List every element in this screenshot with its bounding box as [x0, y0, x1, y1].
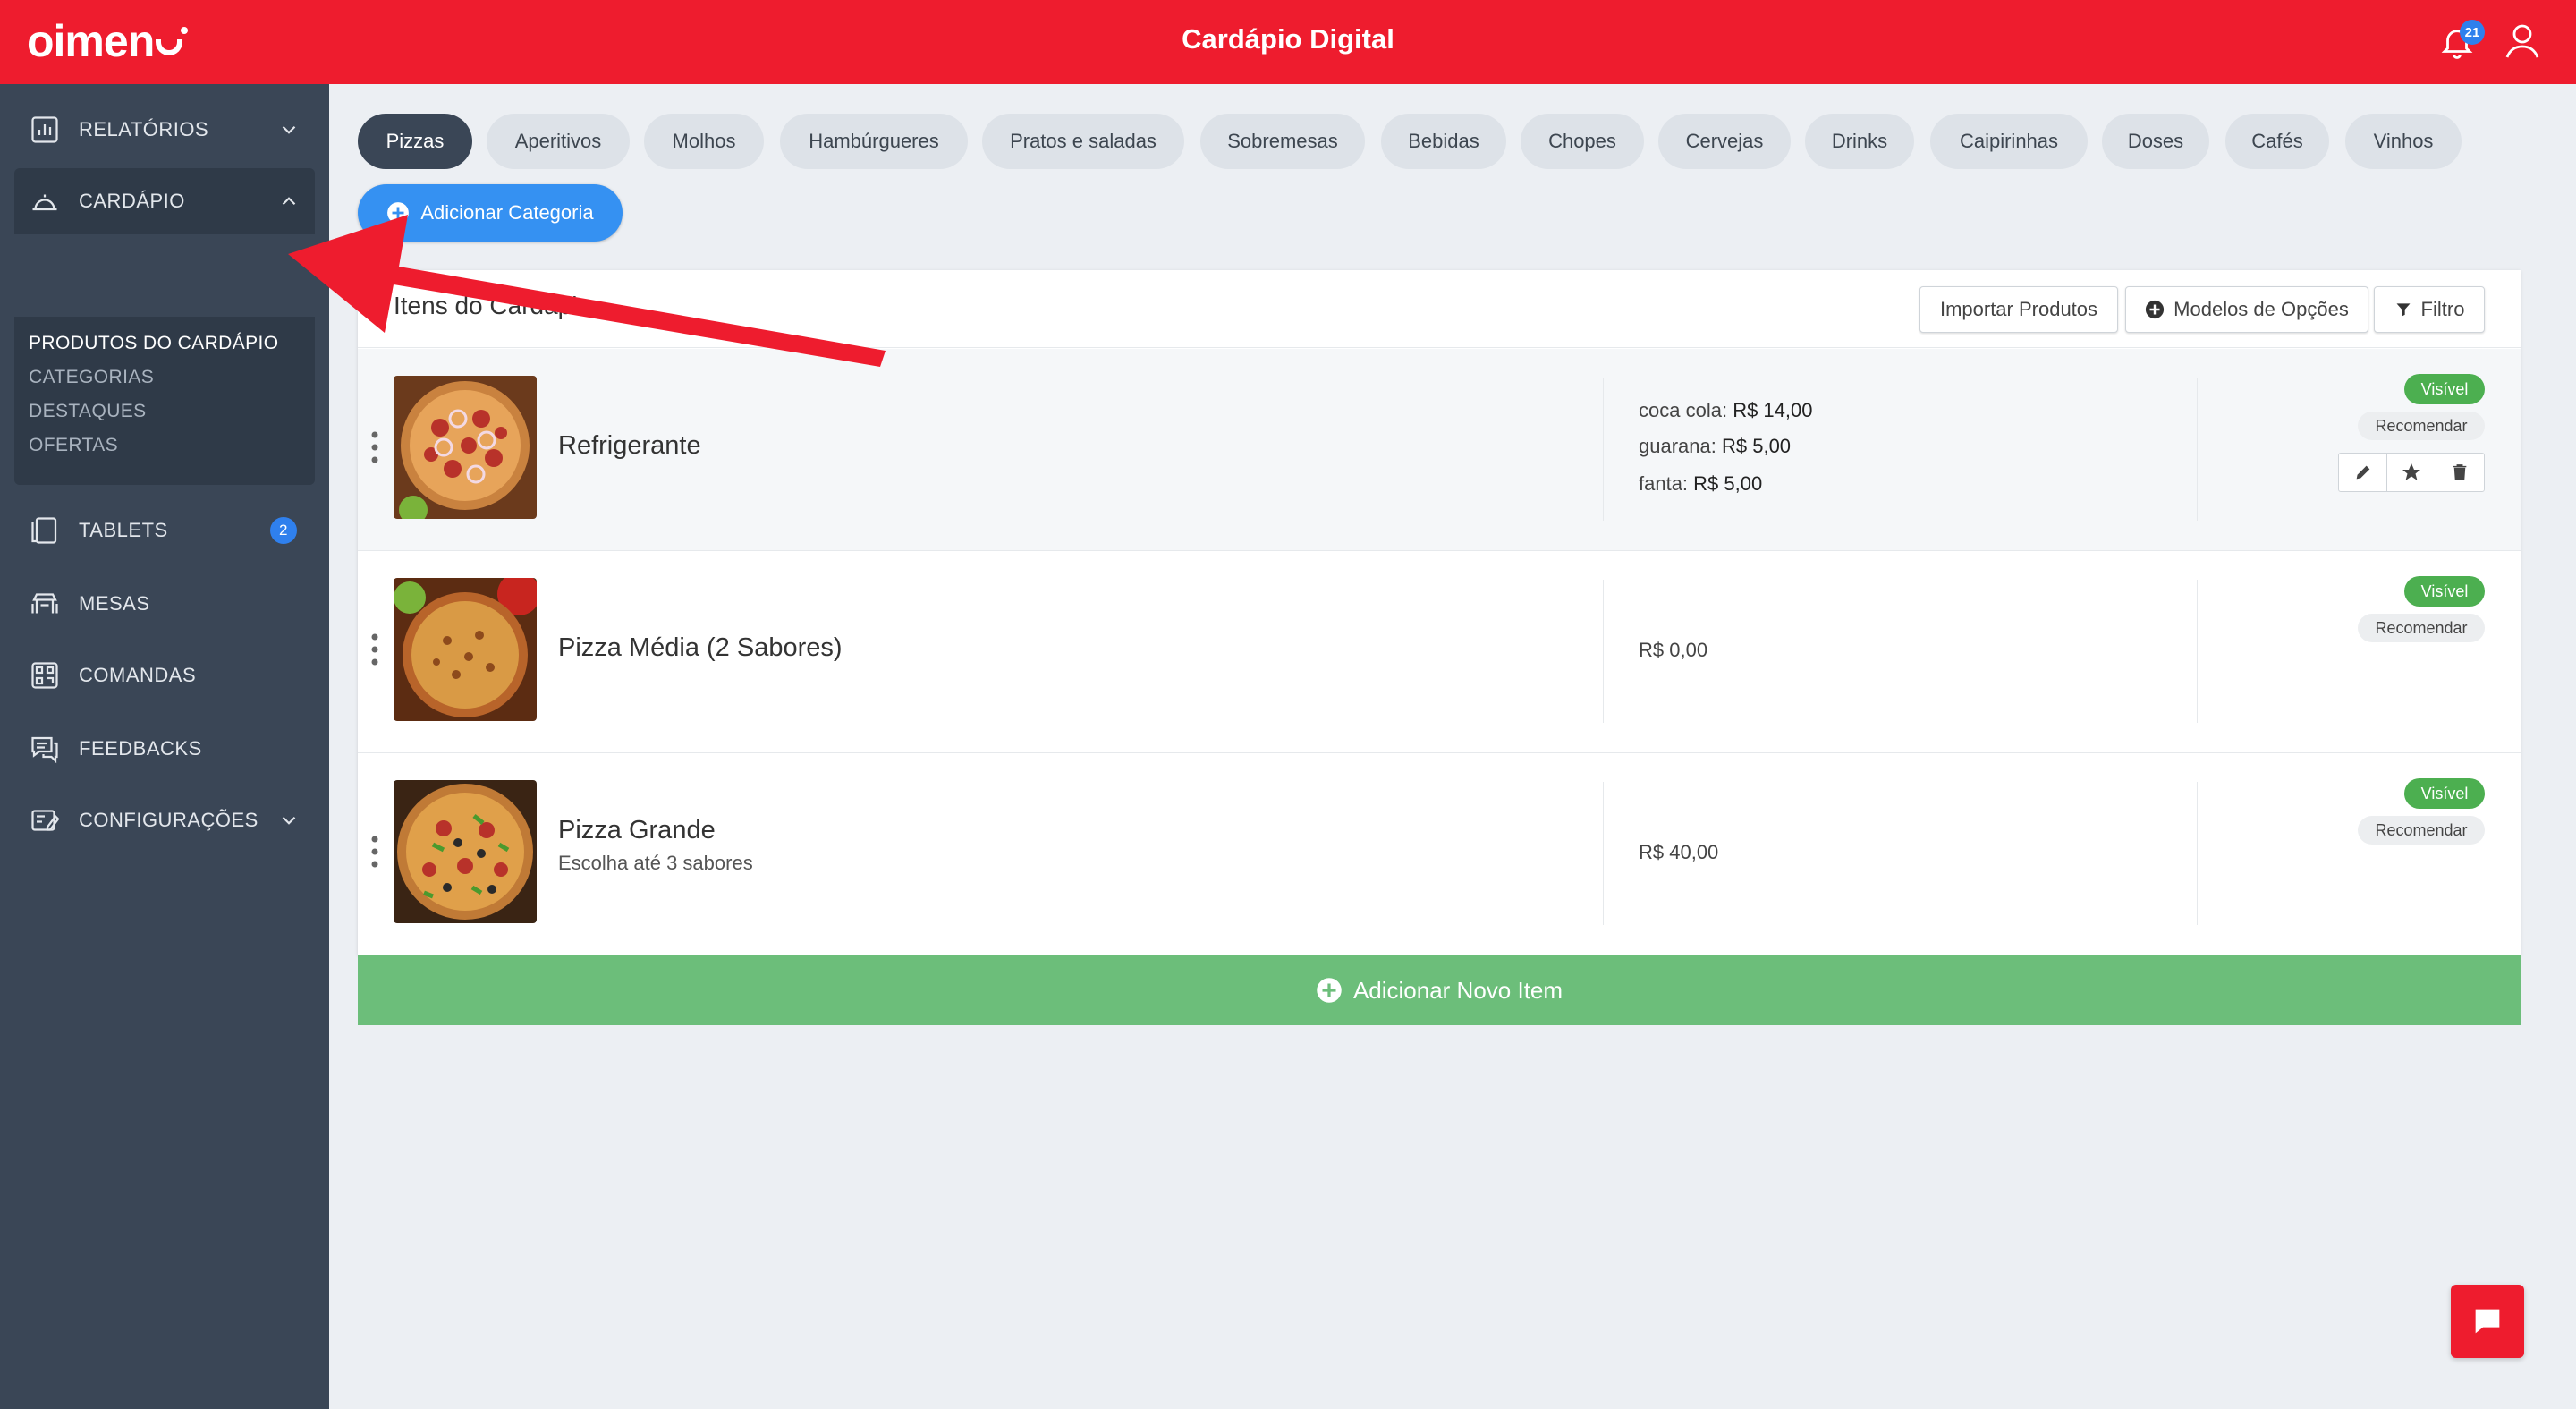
- product-image: [394, 780, 537, 923]
- sidebar-item-feedbacks[interactable]: FEEDBACKS: [14, 716, 315, 782]
- table-icon: [31, 593, 58, 614]
- edit-button[interactable]: [2339, 454, 2388, 491]
- recommend-toggle[interactable]: Recomendar: [2358, 816, 2485, 845]
- sidebar-item-label: COMANDAS: [79, 664, 197, 686]
- product-price: guarana: R$ 5,00: [1639, 435, 1792, 457]
- chevron-up-icon: [282, 197, 296, 206]
- option-models-label: Modelos de Opções: [2174, 298, 2349, 320]
- sidebar-item-cardapio[interactable]: CARDÁPIO: [14, 168, 315, 234]
- add-category-label: Adicionar Categoria: [420, 201, 594, 224]
- sidebar-item-relatorios[interactable]: RELATÓRIOS: [14, 97, 315, 163]
- product-price: R$ 0,00: [1639, 639, 1708, 661]
- plus-circle-icon: [387, 202, 410, 224]
- menu-items-card: Itens do Cardápio Importar Produtos Mode…: [358, 270, 2521, 1025]
- chevron-down-icon: [282, 125, 296, 134]
- tab-category-sobremesas[interactable]: Sobremesas: [1200, 114, 1365, 169]
- tab-category-drinks[interactable]: Drinks: [1805, 114, 1914, 169]
- tab-category-cervejas[interactable]: Cervejas: [1658, 114, 1791, 169]
- qrcode-icon: [31, 662, 58, 689]
- visible-toggle[interactable]: Visível: [2404, 778, 2485, 809]
- tablets-count-badge: 2: [270, 517, 297, 544]
- add-new-item-button[interactable]: Adicionar Novo Item: [358, 955, 2521, 1025]
- user-icon[interactable]: [2501, 20, 2544, 63]
- add-new-item-label: Adicionar Novo Item: [1352, 976, 1563, 1004]
- product-name: Refrigerante: [558, 431, 701, 460]
- highlight-button[interactable]: [2387, 454, 2436, 491]
- plus-circle-icon: [2146, 300, 2165, 319]
- sidebar-item-mesas[interactable]: MESAS: [14, 571, 315, 637]
- table-row[interactable]: Refrigerante coca cola: R$ 14,00 guarana…: [358, 349, 2521, 551]
- filter-button[interactable]: Filtro: [2374, 286, 2485, 333]
- trash-icon: [2453, 464, 2467, 480]
- filter-label: Filtro: [2420, 298, 2465, 320]
- divider: [358, 347, 2521, 348]
- tab-category-chopes[interactable]: Chopes: [1521, 114, 1644, 169]
- submenu-item-destaques[interactable]: DESTAQUES: [29, 401, 147, 422]
- sidebar-item-configuracoes[interactable]: CONFIGURAÇÕES: [14, 787, 315, 853]
- row-actions: [2338, 453, 2485, 492]
- top-bar: oimen Cardápio Digital 21: [0, 0, 2576, 84]
- tablet-icon: [31, 517, 57, 544]
- sidebar-item-label: MESAS: [79, 592, 150, 615]
- sidebar-item-label: TABLETS: [79, 519, 168, 541]
- tab-category-caipirinhas[interactable]: Caipirinhas: [1930, 114, 2088, 169]
- option-models-button[interactable]: Modelos de Opções: [2125, 286, 2368, 333]
- product-price: R$ 40,00: [1639, 841, 1719, 863]
- card-title: Itens do Cardápio: [394, 292, 592, 319]
- recommend-toggle[interactable]: Recomendar: [2358, 412, 2485, 440]
- sidebar-item-label: CONFIGURAÇÕES: [79, 809, 258, 831]
- chevron-down-icon: [282, 816, 296, 825]
- sidebar-item-tablets[interactable]: TABLETS 2: [14, 497, 315, 564]
- chart-icon: [31, 116, 58, 143]
- pencil-icon: [2356, 465, 2369, 480]
- import-products-button[interactable]: Importar Produtos: [1919, 286, 2118, 333]
- tab-category-hamburgueres[interactable]: Hambúrgueres: [780, 114, 968, 169]
- settings-icon: [31, 810, 60, 831]
- tab-category-cafes[interactable]: Cafés: [2225, 114, 2329, 169]
- submenu-item-ofertas[interactable]: OFERTAS: [29, 435, 118, 456]
- tab-category-vinhos[interactable]: Vinhos: [2345, 114, 2462, 169]
- tab-category-molhos[interactable]: Molhos: [644, 114, 764, 169]
- page-title: Cardápio Digital: [1182, 23, 1394, 55]
- chat-bubble-icon: [2475, 1309, 2500, 1334]
- drag-handle-icon[interactable]: [370, 632, 379, 667]
- cardapio-submenu: PRODUTOS DO CARDÁPIO CATEGORIAS DESTAQUE…: [14, 317, 315, 485]
- tab-category-bebidas[interactable]: Bebidas: [1381, 114, 1506, 169]
- tab-category-aperitivos[interactable]: Aperitivos: [487, 114, 630, 169]
- add-category-button[interactable]: Adicionar Categoria: [358, 184, 623, 242]
- chat-icon: [31, 736, 58, 764]
- notification-badge: 21: [2460, 20, 2485, 45]
- chat-widget-button[interactable]: [2451, 1285, 2524, 1358]
- plus-circle-icon: [1317, 978, 1342, 1003]
- sidebar-item-label: FEEDBACKS: [79, 737, 202, 760]
- product-name: Pizza Média (2 Sabores): [558, 633, 843, 662]
- tab-category-doses[interactable]: Doses: [2102, 114, 2209, 169]
- import-products-label: Importar Produtos: [1939, 298, 2098, 320]
- cloche-icon: [32, 194, 57, 211]
- submenu-item-produtos[interactable]: PRODUTOS DO CARDÁPIO: [29, 333, 278, 354]
- drag-handle-icon[interactable]: [370, 429, 379, 465]
- recommend-toggle[interactable]: Recomendar: [2358, 614, 2485, 642]
- visible-toggle[interactable]: Visível: [2404, 576, 2485, 607]
- star-icon: [2402, 463, 2420, 480]
- tab-category-pizzas[interactable]: Pizzas: [358, 114, 472, 169]
- sidebar-item-label: CARDÁPIO: [79, 190, 185, 212]
- delete-button[interactable]: [2436, 454, 2484, 491]
- product-image: [394, 376, 537, 519]
- table-row[interactable]: Pizza Média (2 Sabores) R$ 0,00 Visível …: [358, 551, 2521, 753]
- product-price: coca cola: R$ 14,00: [1639, 399, 1813, 421]
- product-name: Pizza Grande: [558, 816, 716, 845]
- visible-toggle[interactable]: Visível: [2404, 374, 2485, 404]
- drag-handle-icon[interactable]: [370, 834, 379, 870]
- sidebar-item-comandas[interactable]: COMANDAS: [14, 642, 315, 709]
- product-image: [394, 578, 537, 721]
- tab-category-pratos[interactable]: Pratos e saladas: [982, 114, 1184, 169]
- product-price: fanta: R$ 5,00: [1639, 472, 1763, 495]
- sidebar: RELATÓRIOS CARDÁPIO PRODUTOS DO CARDÁPIO…: [0, 84, 329, 1409]
- sidebar-item-label: RELATÓRIOS: [79, 118, 209, 140]
- table-row[interactable]: Pizza Grande Escolha até 3 sabores R$ 40…: [358, 753, 2521, 955]
- submenu-item-categorias[interactable]: CATEGORIAS: [29, 367, 154, 388]
- product-description: Escolha até 3 sabores: [558, 852, 753, 874]
- filter-icon: [2396, 303, 2411, 317]
